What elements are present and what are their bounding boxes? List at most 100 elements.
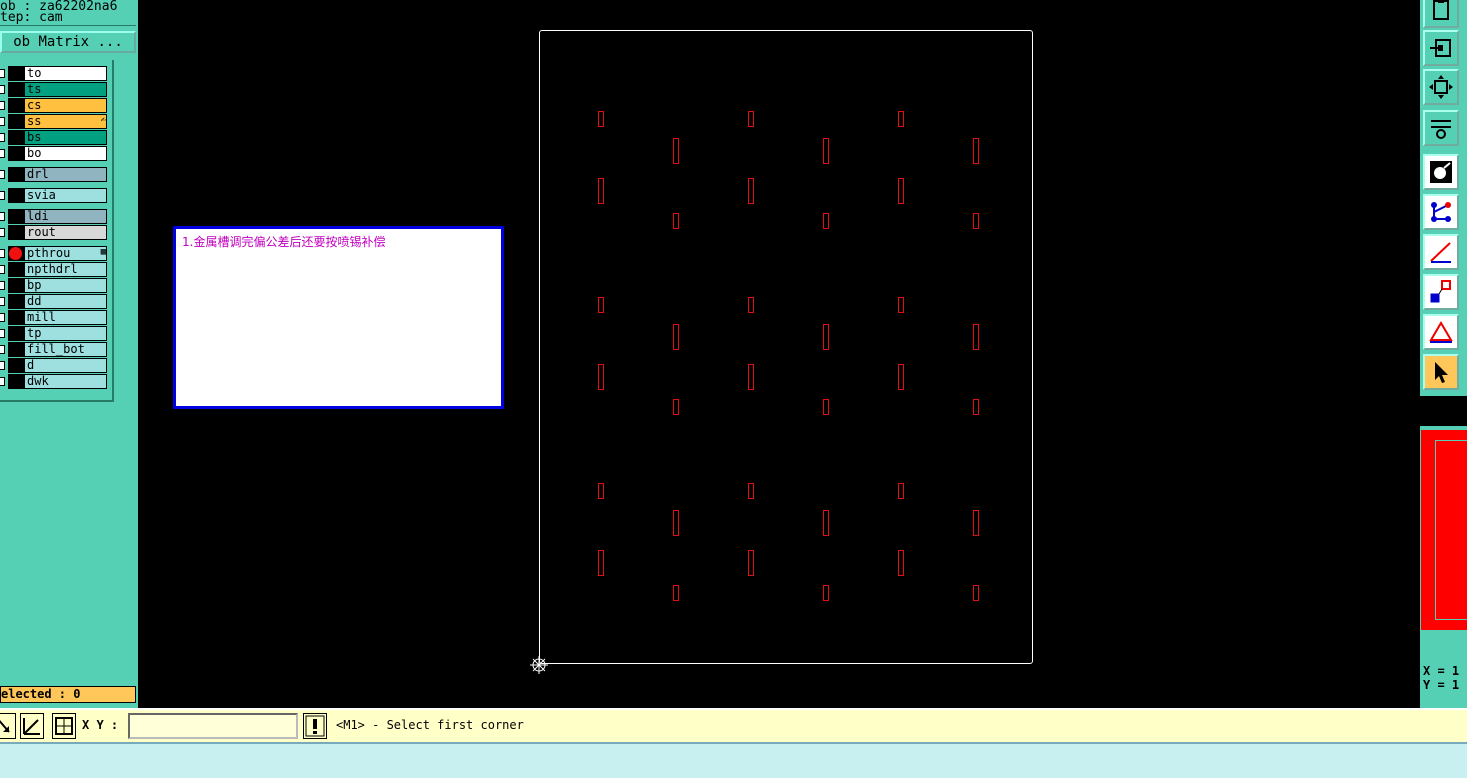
layer-affected-checkbox[interactable] (0, 377, 5, 386)
layer-display-toggle[interactable] (8, 262, 24, 277)
layer-row-npthdrl[interactable]: npthdrl (0, 262, 110, 278)
slot-feature[interactable] (973, 510, 979, 536)
slot-feature[interactable] (898, 297, 904, 313)
layer-row-rout[interactable]: rout (0, 225, 110, 241)
layer-display-toggle[interactable] (8, 342, 24, 357)
layer-affected-checkbox[interactable] (0, 345, 5, 354)
slot-feature[interactable] (598, 111, 604, 127)
layer-name[interactable]: dd (24, 294, 107, 309)
job-matrix-button[interactable]: ob Matrix ... (0, 31, 136, 53)
pointer-icon[interactable] (1423, 354, 1459, 390)
layer-affected-checkbox[interactable] (0, 101, 5, 110)
layer-name[interactable]: bp (24, 278, 107, 293)
layer-affected-checkbox[interactable] (0, 170, 5, 179)
layer-affected-checkbox[interactable] (0, 149, 5, 158)
slot-feature[interactable] (748, 483, 754, 499)
layer-display-toggle[interactable] (8, 167, 24, 182)
layer-affected-checkbox[interactable] (0, 297, 5, 306)
net-icon[interactable] (1423, 194, 1459, 230)
slot-feature[interactable] (898, 111, 904, 127)
layer-display-toggle[interactable] (8, 114, 24, 129)
layer-affected-checkbox[interactable] (0, 191, 5, 200)
layer-affected-checkbox[interactable] (0, 69, 5, 78)
slot-feature[interactable] (673, 213, 679, 229)
slot-feature[interactable] (973, 399, 979, 415)
slot-feature[interactable] (598, 297, 604, 313)
slot-feature[interactable] (973, 324, 979, 350)
layer-affected-checkbox[interactable] (0, 85, 5, 94)
slot-feature[interactable] (673, 510, 679, 536)
slot-feature[interactable] (823, 138, 829, 164)
layer-row-bp[interactable]: bp (0, 278, 110, 294)
layer-name[interactable]: bo (24, 146, 107, 161)
slot-feature[interactable] (823, 213, 829, 229)
layer-name[interactable]: ts (24, 82, 107, 97)
tools-icon[interactable] (1423, 110, 1459, 146)
alert-icon[interactable] (303, 713, 327, 739)
layer-name[interactable]: drl (24, 167, 107, 182)
slot-feature[interactable] (748, 111, 754, 127)
layer-row-ldi[interactable]: ldi (0, 209, 110, 225)
layer-row-svia[interactable]: svia (0, 188, 110, 204)
angle-icon[interactable] (1423, 314, 1459, 350)
snap-mode-icon[interactable] (0, 713, 16, 739)
measure-mode-icon[interactable] (20, 713, 44, 739)
layer-display-toggle[interactable] (8, 246, 24, 261)
layer-row-bo[interactable]: bo (0, 146, 110, 162)
layer-row-mill[interactable]: mill (0, 310, 110, 326)
layer-affected-checkbox[interactable] (0, 281, 5, 290)
layer-row-bs[interactable]: bs (0, 130, 110, 146)
slot-feature[interactable] (973, 585, 979, 601)
grid-toggle-icon[interactable] (52, 713, 76, 739)
layer-name[interactable]: fill_bot (24, 342, 107, 357)
slot-feature[interactable] (823, 399, 829, 415)
layer-row-d[interactable]: d (0, 358, 110, 374)
layer-display-toggle[interactable] (8, 66, 24, 81)
feature-select-icon[interactable] (1423, 154, 1459, 190)
layer-affected-checkbox[interactable] (0, 249, 5, 258)
slot-feature[interactable] (598, 550, 604, 576)
layer-affected-checkbox[interactable] (0, 133, 5, 142)
slot-feature[interactable] (748, 364, 754, 390)
slot-feature[interactable] (898, 550, 904, 576)
note-window[interactable]: 1.金属槽调完偏公差后还要按喷锡补偿 (173, 226, 504, 409)
layer-display-toggle[interactable] (8, 209, 24, 224)
layer-affected-checkbox[interactable] (0, 228, 5, 237)
slot-feature[interactable] (598, 364, 604, 390)
layer-name[interactable]: dwk (24, 374, 107, 389)
fit-zoom-icon[interactable] (1423, 69, 1459, 105)
layer-name[interactable]: pthrou (24, 246, 107, 261)
layer-affected-checkbox[interactable] (0, 361, 5, 370)
layer-row-dwk[interactable]: dwk (0, 374, 110, 390)
slot-feature[interactable] (823, 585, 829, 601)
layer-display-toggle[interactable] (8, 374, 24, 389)
layer-affected-checkbox[interactable] (0, 313, 5, 322)
layer-name[interactable]: npthdrl (24, 262, 107, 277)
layer-display-toggle[interactable] (8, 146, 24, 161)
layer-name[interactable]: ss (24, 114, 107, 129)
measure-icon[interactable] (1423, 234, 1459, 270)
layer-name[interactable]: svia (24, 188, 107, 203)
slot-feature[interactable] (748, 178, 754, 204)
layer-display-toggle[interactable] (8, 310, 24, 325)
layer-display-toggle[interactable] (8, 326, 24, 341)
layer-affected-checkbox[interactable] (0, 265, 5, 274)
slot-feature[interactable] (673, 324, 679, 350)
clipboard-icon[interactable] (1423, 0, 1459, 28)
slot-feature[interactable] (673, 585, 679, 601)
board-preview[interactable] (1421, 430, 1467, 630)
layer-row-drl[interactable]: drl (0, 167, 110, 183)
layer-name[interactable]: to (24, 66, 107, 81)
slot-feature[interactable] (898, 364, 904, 390)
layer-row-dd[interactable]: dd (0, 294, 110, 310)
slot-feature[interactable] (598, 178, 604, 204)
layer-display-toggle[interactable] (8, 98, 24, 113)
layer-name[interactable]: d (24, 358, 107, 373)
layer-name[interactable]: mill (24, 310, 107, 325)
slot-feature[interactable] (898, 483, 904, 499)
layer-name[interactable]: tp (24, 326, 107, 341)
slot-feature[interactable] (823, 510, 829, 536)
slot-feature[interactable] (673, 138, 679, 164)
slot-feature[interactable] (673, 399, 679, 415)
snap-icon[interactable] (1423, 274, 1459, 310)
